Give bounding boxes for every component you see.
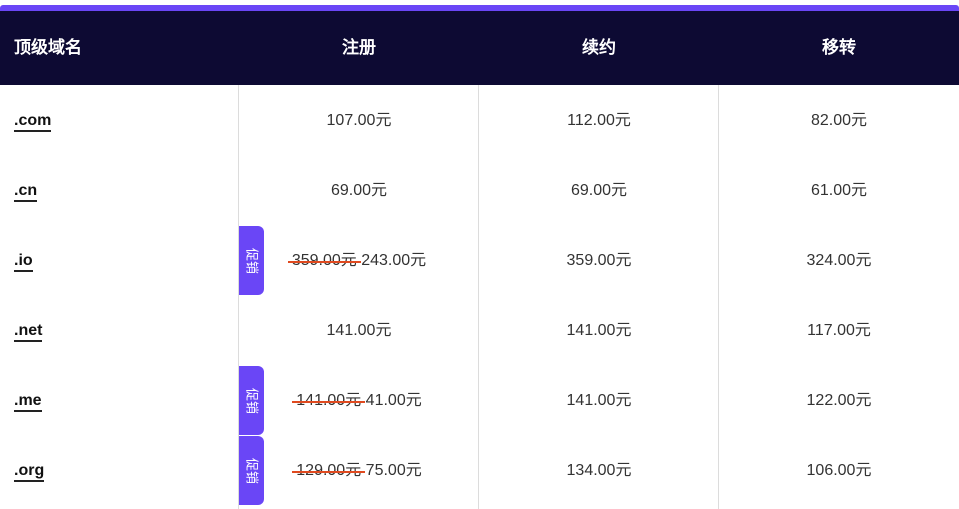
domain-price-table: 顶级域名 注册 续约 移转 .com 107.00元 112.00元 82.00… xyxy=(0,0,959,509)
tld-cell[interactable]: .io xyxy=(14,226,33,296)
transfer-price: 82.00元 xyxy=(810,112,868,129)
sale-price: 243.00元 xyxy=(361,252,427,269)
transfer-price: 122.00元 xyxy=(806,392,872,409)
register-price: 359.00元 243.00元 xyxy=(239,226,479,296)
register-price: 69.00元 xyxy=(330,182,388,199)
table-row: .io 促销 359.00元 243.00元 359.00元 324.00元 xyxy=(0,226,959,296)
tld-link[interactable]: .com xyxy=(14,112,52,132)
table-row: .me 促销 141.00元 41.00元 141.00元 122.00元 xyxy=(0,366,959,436)
tld-link[interactable]: .me xyxy=(14,392,42,412)
original-price: 359.00元 xyxy=(291,252,357,269)
renew-price: 141.00元 xyxy=(566,392,632,409)
table-row: .cn 69.00元 69.00元 61.00元 xyxy=(0,156,959,226)
tld-cell[interactable]: .com xyxy=(14,86,52,156)
tld-cell[interactable]: .cn xyxy=(14,156,38,226)
tld-cell[interactable]: .me xyxy=(14,366,42,436)
renew-price: 134.00元 xyxy=(566,462,632,479)
table-row: .net 141.00元 141.00元 117.00元 xyxy=(0,296,959,366)
tld-cell[interactable]: .net xyxy=(14,296,43,366)
header-domain: 顶级域名 xyxy=(14,38,82,57)
table-row: .org 促销 129.00元 75.00元 134.00元 106.00元 xyxy=(0,436,959,506)
renew-price: 359.00元 xyxy=(566,252,632,269)
register-price: 141.00元 41.00元 xyxy=(239,366,479,436)
header-register: 注册 xyxy=(342,38,376,57)
table-row: .com 107.00元 112.00元 82.00元 xyxy=(0,86,959,156)
register-price: 107.00元 xyxy=(326,112,392,129)
tld-link[interactable]: .net xyxy=(14,322,43,342)
header-renew: 续约 xyxy=(582,38,616,57)
renew-price: 69.00元 xyxy=(570,182,628,199)
tld-link[interactable]: .cn xyxy=(14,182,38,202)
original-price: 141.00元 xyxy=(296,392,362,409)
header-transfer: 移转 xyxy=(822,38,856,57)
table-header: 顶级域名 注册 续约 移转 xyxy=(0,11,959,85)
original-price: 129.00元 xyxy=(296,462,362,479)
transfer-price: 117.00元 xyxy=(807,322,871,339)
transfer-price: 324.00元 xyxy=(806,252,872,269)
renew-price: 141.00元 xyxy=(566,322,632,339)
sale-price: 41.00元 xyxy=(365,392,422,409)
renew-price: 112.00元 xyxy=(567,112,631,129)
sale-price: 75.00元 xyxy=(365,462,422,479)
tld-cell[interactable]: .org xyxy=(14,436,45,506)
tld-link[interactable]: .io xyxy=(14,252,33,272)
transfer-price: 61.00元 xyxy=(810,182,868,199)
register-price: 129.00元 75.00元 xyxy=(239,436,479,506)
transfer-price: 106.00元 xyxy=(806,462,872,479)
register-price: 141.00元 xyxy=(326,322,392,339)
tld-link[interactable]: .org xyxy=(14,462,45,482)
